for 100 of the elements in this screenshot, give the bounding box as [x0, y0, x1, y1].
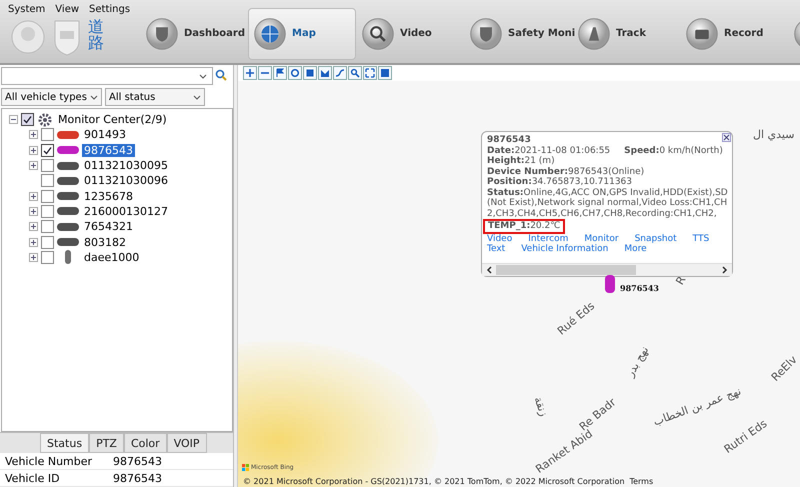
- popup-title: 9876543: [487, 135, 531, 146]
- popup-text: Position:34.765873,10.711363: [487, 177, 634, 188]
- menu-item[interactable]: Settings: [89, 4, 130, 15]
- popup-link[interactable]: Video: [487, 234, 512, 244]
- caret-icon: [90, 94, 98, 100]
- fit-tool-icon[interactable]: [363, 66, 377, 80]
- popup-text: Speed:0 km/h(North): [624, 146, 723, 156]
- shield-icon: [469, 16, 503, 50]
- expand-icon[interactable]: [29, 192, 38, 201]
- popup-link[interactable]: Vehicle Information: [521, 244, 608, 254]
- street-label: سيدي ال: [753, 128, 794, 141]
- nav-tab[interactable]: Map: [248, 8, 356, 60]
- street-label: R: [673, 274, 688, 288]
- expand-icon[interactable]: [29, 146, 38, 155]
- circle-tool-icon[interactable]: [288, 66, 302, 80]
- camera-icon: [685, 16, 719, 50]
- copyright-text: © 2021 Microsoft Corporation - GS(2021)1731, © 2021 TomTom, © 2022 Microsoft Corporation: [243, 477, 625, 486]
- nav-tab[interactable]: Safety Moni: [464, 8, 572, 60]
- filter-dropdown[interactable]: All status: [105, 88, 205, 106]
- tree-item[interactable]: 011321030095: [82, 159, 170, 172]
- popup-text: Status:Online,4G,ACC ON,GPS Invalid,HDD(Exist),SD(Not Exist),Network signal normal,Video Loss:CH1,CH2,CH3,CH4,CH5,CH6,CH7,CH8,Recording:CH1,CH2,: [487, 188, 729, 219]
- popup-link[interactable]: TTS: [692, 234, 710, 244]
- terms-link[interactable]: Terms: [630, 477, 654, 486]
- popup-link[interactable]: More: [624, 244, 647, 254]
- scrollbar-thumb[interactable]: [496, 264, 636, 274]
- temperature-reading: TEMP_1:20.2℃: [483, 219, 566, 234]
- street-label: نهج عمر بن الخطاب: [652, 384, 743, 428]
- popup-link[interactable]: Monitor: [584, 234, 619, 244]
- tree-item[interactable]: 216000130127: [82, 204, 170, 218]
- panel-tab[interactable]: Status: [40, 433, 90, 453]
- zoom-out-tool-icon[interactable]: [258, 66, 272, 80]
- gear-icon: [37, 112, 53, 128]
- panel-tab[interactable]: VOIP: [166, 433, 207, 453]
- line-tool-icon[interactable]: [333, 66, 347, 80]
- popup-text: Height:21 (m): [487, 156, 556, 166]
- checkbox[interactable]: [21, 113, 34, 126]
- panel-tab[interactable]: Color: [124, 433, 167, 453]
- search-icon: [361, 16, 395, 50]
- street-label: زنقة: [531, 394, 550, 418]
- expand-icon[interactable]: [29, 161, 38, 170]
- nav-tab[interactable]: Video: [356, 8, 464, 60]
- checkbox[interactable]: [41, 236, 54, 249]
- search-icon[interactable]: [215, 69, 227, 81]
- popup-link[interactable]: Snapshot: [634, 234, 677, 244]
- checkbox[interactable]: [41, 204, 54, 218]
- tree-item[interactable]: 011321030096: [82, 174, 170, 188]
- polygon-tool-icon[interactable]: [318, 66, 332, 80]
- logo-text: 道路: [88, 19, 104, 54]
- tree-item[interactable]: 803182: [82, 236, 128, 249]
- marker-label: 9876543: [620, 283, 659, 293]
- microsoft-logo-icon: [242, 464, 249, 471]
- info-label: Vehicle ID: [5, 472, 61, 484]
- expand-icon[interactable]: [29, 252, 38, 262]
- nav-tab[interactable]: Record: [680, 8, 788, 60]
- expand-icon[interactable]: [29, 222, 38, 232]
- caret-icon: [199, 74, 207, 78]
- checkbox[interactable]: [41, 174, 54, 188]
- globe-icon: [253, 16, 287, 50]
- road-icon: [577, 16, 611, 50]
- checkbox[interactable]: [41, 159, 54, 172]
- checkbox[interactable]: [41, 190, 54, 203]
- flag-tool-icon[interactable]: [273, 66, 287, 80]
- filter-dropdown[interactable]: All vehicle types: [1, 88, 102, 106]
- info-label: Vehicle Number: [5, 454, 94, 468]
- checkbox[interactable]: [41, 144, 54, 157]
- map-area[interactable]: [238, 81, 800, 487]
- car-marker-icon[interactable]: [605, 273, 615, 293]
- popup-text: Date:2021-11-08 01:06:55: [487, 146, 610, 156]
- street-label: Rué Eds: [554, 299, 598, 338]
- collapse-icon[interactable]: [9, 115, 18, 124]
- tree-item[interactable]: daee1000: [82, 250, 142, 264]
- caret-icon: [193, 94, 201, 100]
- search-field[interactable]: [1, 67, 213, 85]
- checkbox[interactable]: [41, 250, 54, 264]
- square-tool-icon[interactable]: [303, 66, 317, 80]
- panel-tab[interactable]: PTZ: [89, 433, 124, 453]
- popup-text: Device Number:9876543(Online): [487, 166, 646, 177]
- expand-icon[interactable]: [29, 206, 38, 216]
- expand-icon[interactable]: [29, 238, 38, 247]
- tree-item[interactable]: 901493: [82, 128, 128, 142]
- info-value: 9876543: [113, 472, 162, 484]
- shield-icon: [145, 16, 179, 50]
- checkbox[interactable]: [41, 220, 54, 234]
- search-tool-icon[interactable]: [348, 66, 362, 80]
- horizontal-scrollbar[interactable]: [482, 262, 732, 276]
- popup-link[interactable]: Text: [487, 244, 506, 254]
- nav-tab[interactable]: Dashboard: [140, 8, 248, 60]
- tree-item[interactable]: 1235678: [82, 190, 135, 203]
- tree-item[interactable]: 7654321: [82, 220, 135, 234]
- checkbox[interactable]: [41, 128, 54, 142]
- popup-link[interactable]: Intercom: [528, 234, 568, 244]
- info-value: 9876543: [113, 454, 162, 468]
- tree-item[interactable]: Monitor Center(2/9): [56, 113, 169, 126]
- expand-icon[interactable]: [29, 130, 38, 140]
- save-tool-icon[interactable]: [378, 66, 392, 80]
- close-icon[interactable]: [722, 133, 731, 142]
- zoom-in-tool-icon[interactable]: [243, 66, 257, 80]
- menu-item[interactable]: System: [8, 4, 46, 15]
- menu-item[interactable]: View: [55, 4, 80, 15]
- tree-item[interactable]: 9876543: [82, 144, 135, 157]
